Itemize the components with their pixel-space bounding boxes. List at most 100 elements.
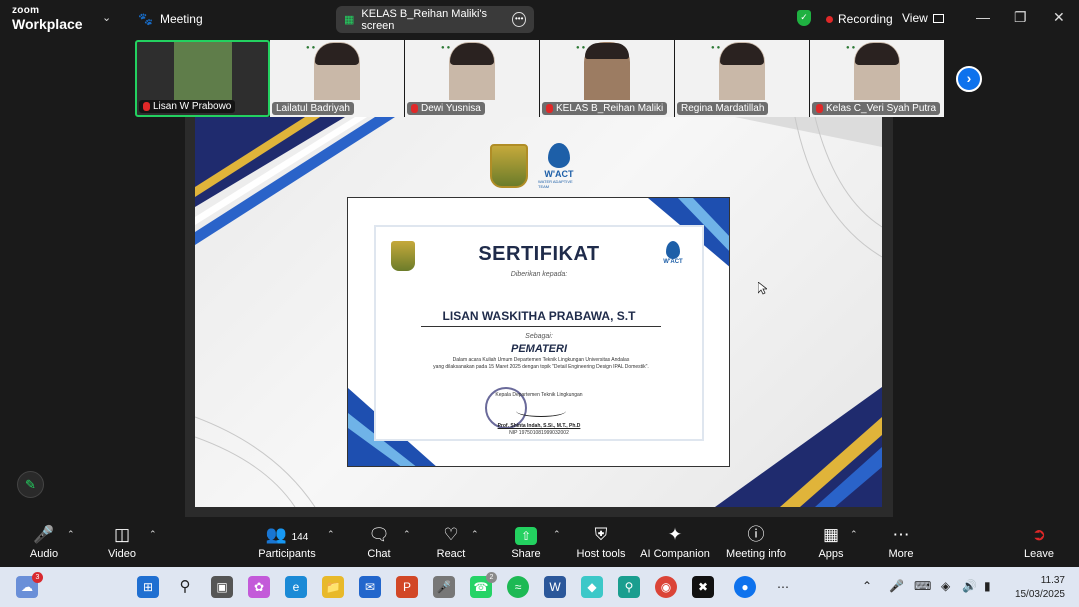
spotify-icon[interactable]: ≈ (507, 576, 529, 598)
chat-button[interactable]: 🗨 Chat (364, 524, 394, 560)
chevron-up-icon[interactable]: ⌃ (862, 579, 872, 593)
participant-tile[interactable]: ●● Lailatul Badriyah (270, 40, 405, 117)
chevron-down-icon[interactable]: ⌄ (102, 11, 111, 24)
microphone-tray-icon[interactable]: 🎤 (889, 579, 904, 593)
participant-tile[interactable]: ●● KELAS B_Reihan Maliki (540, 40, 675, 117)
department-head-title: Kepala Departemen Teknik Lingkungan (495, 392, 583, 398)
info-icon: ⓘ (747, 525, 765, 544)
file-explorer-icon[interactable]: 📁 (322, 576, 344, 598)
wact-logo: W'ACT WATER ADAPTIVE TEAM (538, 143, 580, 189)
windows-start-icon[interactable]: ⊞ (137, 576, 159, 598)
overflow-dots-icon[interactable]: ⋯ (772, 576, 794, 598)
participant-name-tag: Lailatul Badriyah (272, 102, 354, 115)
certificate-body: W'ACT SERTIFIKAT Diberikan kepada: LISAN… (374, 225, 704, 441)
recipient-role: PEMATERI (510, 343, 568, 355)
react-caret-icon[interactable]: ⌃ (471, 529, 479, 540)
exit-door-icon: ➲ (1031, 525, 1047, 544)
participants-button[interactable]: 👥 144 Participants (255, 524, 319, 560)
meeting-label: Meeting (159, 12, 203, 26)
participant-tile[interactable]: ●● Dewi Yusnisa (405, 40, 540, 117)
shield-icon: ⛨ (594, 525, 608, 544)
participants-count: 144 (291, 532, 309, 543)
given-to-text: Diberikan kepada: (510, 271, 568, 278)
clock-date: 15/03/2025 (1014, 589, 1065, 600)
audio-button[interactable]: 🎤 Audio (26, 524, 62, 560)
next-page-button[interactable]: › (956, 66, 982, 92)
participant-tile[interactable]: ●● Kelas C_Veri Syah Putra (810, 40, 945, 117)
clock-time: 11.37 (1040, 575, 1065, 586)
participant-name: Kelas C_Veri Syah Putra (826, 103, 937, 114)
mic-muted-icon (411, 104, 418, 113)
chat-icon: 🗨 (368, 525, 390, 544)
view-button[interactable]: View (902, 11, 944, 25)
restore-icon[interactable]: ❐ (1014, 9, 1027, 26)
meeting-toolbar: 🎤 Audio ⌃ ◫ Video ⌃ 👥 144 Participants ⌃… (0, 517, 1079, 567)
search-icon[interactable]: ⚲ (174, 576, 196, 598)
participant-name: Lisan W Prabowo (153, 101, 232, 112)
participant-name-tag: Kelas C_Veri Syah Putra (812, 102, 941, 115)
participant-tile[interactable]: Lisan W Prabowo (135, 40, 270, 117)
certificate-title: SERTIFIKAT (478, 243, 600, 265)
app-icon[interactable]: ◆ (581, 576, 603, 598)
zoom-brand[interactable]: zoom Workplace (12, 6, 83, 32)
wifi-icon[interactable]: ◈ (941, 579, 950, 593)
word-icon[interactable]: W (544, 576, 566, 598)
capcut-icon[interactable]: ✖ (692, 576, 714, 598)
weather-icon[interactable]: ☁ 3 (16, 572, 43, 598)
audio-caret-icon[interactable]: ⌃ (67, 529, 75, 540)
slide-logos-icon: ●● (441, 45, 453, 51)
whatsapp-icon[interactable]: ☎ 2 (470, 572, 497, 598)
shared-slide: W'ACT WATER ADAPTIVE TEAM W'ACT SERTIFIK… (195, 117, 882, 507)
weather-badge: 3 (32, 572, 43, 583)
microphone-app-icon[interactable]: 🎤 (433, 576, 455, 598)
recording-indicator[interactable]: Recording (826, 12, 893, 26)
mail-icon[interactable]: ✉ (359, 576, 381, 598)
zoom-app-icon[interactable]: ● (734, 576, 756, 598)
participant-tile[interactable]: ●● Regina Mardatillah (675, 40, 810, 117)
edge-browser-icon[interactable]: e (285, 576, 307, 598)
battery-icon[interactable]: ▮ (984, 579, 991, 593)
powerpoint-icon[interactable]: P (396, 576, 418, 598)
search-app-icon[interactable]: ⚲ (618, 576, 640, 598)
task-view-icon[interactable]: ▣ (211, 576, 233, 598)
brand-workplace-text: Workplace (12, 16, 83, 32)
leave-button[interactable]: ➲ Leave (1023, 524, 1055, 560)
meeting-menu[interactable]: 🐾 Meeting (138, 12, 203, 26)
share-caret-icon[interactable]: ⌃ (553, 529, 561, 540)
top-bar: zoom Workplace ⌄ 🐾 Meeting ▦ KELAS B_Rei… (0, 0, 1079, 38)
annotate-pencil-button[interactable]: ✎ (17, 471, 44, 498)
screen-share-indicator[interactable]: ▦ KELAS B_Reihan Maliki's screen ••• (336, 6, 534, 33)
mouse-cursor-icon (758, 282, 767, 295)
participant-name-tag: Regina Mardatillah (677, 102, 769, 115)
more-options-icon[interactable]: ••• (512, 12, 526, 27)
apps-button[interactable]: ▦ Apps (815, 524, 847, 560)
more-button[interactable]: ⋯ More (885, 524, 917, 560)
signature-icon (516, 405, 566, 417)
host-tools-button[interactable]: ⛨ Host tools (574, 524, 628, 560)
chrome-icon[interactable]: ◉ (655, 576, 677, 598)
meeting-info-button[interactable]: ⓘ Meeting info (724, 524, 788, 560)
slide-logos-icon: ●● (711, 45, 723, 51)
keyboard-icon[interactable]: ⌨ (914, 579, 931, 593)
signer-name: Prof. Shinta Indah, S.Si., M.T., Ph.D (497, 423, 581, 429)
certificate: W'ACT SERTIFIKAT Diberikan kepada: LISAN… (347, 197, 730, 467)
system-clock[interactable]: 11.37 15/03/2025 (1010, 574, 1065, 602)
video-caret-icon[interactable]: ⌃ (149, 529, 157, 540)
ai-companion-button[interactable]: ✦ AI Companion (640, 524, 710, 560)
mic-muted-icon (546, 104, 553, 113)
signer-nip: NIP 197501081999032002 (509, 430, 569, 436)
apps-caret-icon[interactable]: ⌃ (850, 529, 858, 540)
encryption-shield-icon[interactable]: ✓ (797, 10, 811, 26)
close-icon[interactable]: ✕ (1053, 9, 1065, 26)
apps-icon: ▦ (822, 525, 840, 544)
name-underline (421, 326, 661, 327)
minimize-icon[interactable]: — (976, 9, 990, 25)
volume-icon[interactable]: 🔊 (962, 579, 977, 593)
share-button[interactable]: ⇧ Share (509, 524, 543, 560)
description-line-2: yang dilaksanakan pada 15 Maret 2025 den… (433, 364, 649, 371)
participants-caret-icon[interactable]: ⌃ (327, 529, 335, 540)
video-button[interactable]: ◫ Video (104, 524, 140, 560)
chat-caret-icon[interactable]: ⌃ (403, 529, 411, 540)
copilot-icon[interactable]: ✿ (248, 576, 270, 598)
react-button[interactable]: ♡ React (435, 524, 467, 560)
